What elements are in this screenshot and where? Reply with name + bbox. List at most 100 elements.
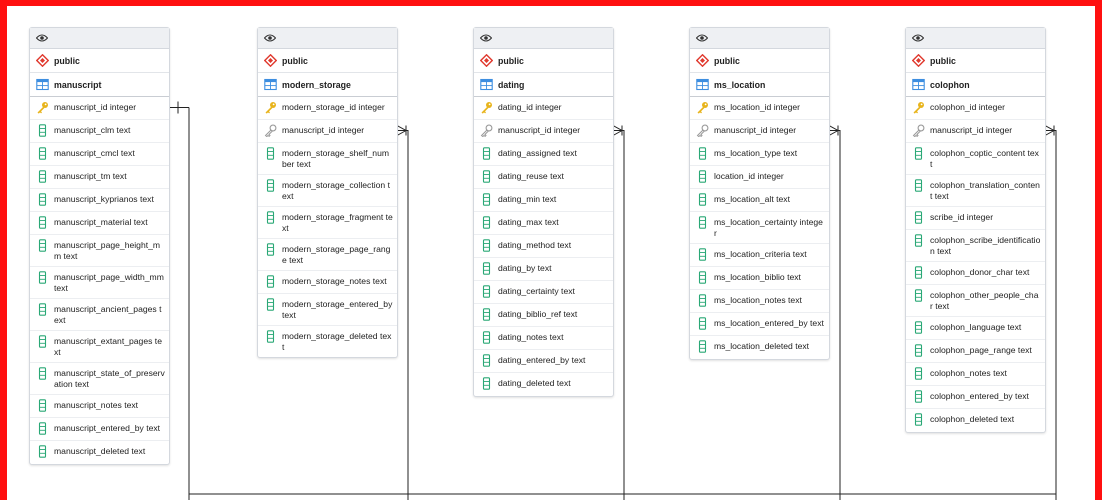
column-row[interactable]: colophon_other_people_char text [906,285,1045,317]
column-row[interactable]: ms_location_alt text [690,189,829,212]
column-icon [36,367,49,380]
column-icon [912,147,925,160]
column-row[interactable]: ms_location_deleted text [690,336,829,359]
column-row[interactable]: colophon_coptic_content text [906,143,1045,175]
column-row[interactable]: dating_entered_by text [474,350,613,373]
eye-icon[interactable] [479,33,493,43]
column-icon [912,367,925,380]
column-row[interactable]: ms_location_certainty integer [690,212,829,244]
column-row[interactable]: modern_storage_id integer [258,97,397,120]
column-icon [480,262,493,275]
column-row[interactable]: colophon_id integer [906,97,1045,120]
column-row[interactable]: manuscript_entered_by text [30,418,169,441]
eye-icon[interactable] [35,33,49,43]
column-row[interactable]: manuscript_page_height_mm text [30,235,169,267]
table-card-ms_location[interactable]: public ms_location ms_location_id integer m… [689,27,830,360]
column-row[interactable]: dating_certainty text [474,281,613,304]
column-label: dating_deleted text [498,378,571,388]
relationship-line [613,130,625,500]
table-name: manuscript [54,79,102,90]
column-row[interactable]: dating_deleted text [474,373,613,396]
table-card-dating[interactable]: public dating dating_id integer manuscript_… [473,27,614,397]
column-row[interactable]: manuscript_id integer [474,120,613,143]
table-card-colophon[interactable]: public colophon colophon_id integer manuscr… [905,27,1046,433]
column-row[interactable]: modern_storage_shelf_number text [258,143,397,175]
column-icon [912,413,925,426]
column-row[interactable]: ms_location_notes text [690,290,829,313]
column-row[interactable]: manuscript_state_of_preservation text [30,363,169,395]
table-name: ms_location [714,79,766,90]
schema-row: public [906,49,1045,73]
column-row[interactable]: modern_storage_deleted text [258,326,397,357]
column-row[interactable]: ms_location_type text [690,143,829,166]
table-icon [264,78,277,91]
column-row[interactable]: colophon_notes text [906,363,1045,386]
column-row[interactable]: dating_id integer [474,97,613,120]
column-row[interactable]: colophon_page_range text [906,340,1045,363]
column-row[interactable]: manuscript_notes text [30,395,169,418]
column-row[interactable]: colophon_language text [906,317,1045,340]
column-label: ms_location_alt text [714,194,790,204]
column-row[interactable]: manuscript_extant_pages text [30,331,169,363]
schema-row: public [474,49,613,73]
column-row[interactable]: manuscript_ancient_pages text [30,299,169,331]
column-row[interactable]: manuscript_id integer [258,120,397,143]
column-row[interactable]: colophon_entered_by text [906,386,1045,409]
column-icon [36,124,49,137]
eye-icon[interactable] [911,33,925,43]
primary-key-icon [264,101,277,114]
column-row[interactable]: modern_storage_page_range text [258,239,397,271]
column-label: dating_method text [498,240,572,250]
column-row[interactable]: manuscript_cmcl text [30,143,169,166]
column-icon [480,147,493,160]
column-row[interactable]: dating_reuse text [474,166,613,189]
column-icon [480,193,493,206]
column-row[interactable]: colophon_donor_char text [906,262,1045,285]
column-row[interactable]: modern_storage_notes text [258,271,397,294]
column-row[interactable]: manuscript_kyprianos text [30,189,169,212]
column-icon [36,271,49,284]
column-row[interactable]: colophon_scribe_identification text [906,230,1045,262]
column-icon [480,285,493,298]
table-card-manuscript[interactable]: public manuscript manuscript_id integer man… [29,27,170,465]
column-icon [480,170,493,183]
column-row[interactable]: ms_location_biblio text [690,267,829,290]
column-row[interactable]: manuscript_id integer [690,120,829,143]
column-row[interactable]: manuscript_clm text [30,120,169,143]
column-row[interactable]: dating_assigned text [474,143,613,166]
column-row[interactable]: colophon_deleted text [906,409,1045,432]
column-row[interactable]: dating_by text [474,258,613,281]
column-icon [480,331,493,344]
column-label: manuscript_entered_by text [54,423,161,433]
column-row[interactable]: dating_notes text [474,327,613,350]
schema-icon [479,53,494,68]
column-icon [696,216,709,229]
column-row[interactable]: ms_location_id integer [690,97,829,120]
column-row[interactable]: modern_storage_collection text [258,175,397,207]
column-row[interactable]: modern_storage_fragment text [258,207,397,239]
column-label: ms_location_deleted text [714,341,810,351]
foreign-key-icon [696,124,709,138]
column-icon [36,445,49,458]
column-row[interactable]: scribe_id integer [906,207,1045,230]
column-row[interactable]: dating_method text [474,235,613,258]
column-row[interactable]: location_id integer [690,166,829,189]
column-row[interactable]: manuscript_page_width_mm text [30,267,169,299]
table-card-modern_storage[interactable]: public modern_storage modern_storage_id in… [257,27,398,358]
column-row[interactable]: colophon_translation_content text [906,175,1045,207]
column-row[interactable]: dating_max text [474,212,613,235]
column-row[interactable]: dating_min text [474,189,613,212]
column-row[interactable]: modern_storage_entered_by text [258,294,397,326]
column-row[interactable]: ms_location_criteria text [690,244,829,267]
column-row[interactable]: dating_biblio_ref text [474,304,613,327]
column-row[interactable]: manuscript_id integer [30,97,169,120]
column-row[interactable]: manuscript_tm text [30,166,169,189]
column-icon [912,390,925,403]
column-row[interactable]: manuscript_id integer [906,120,1045,143]
eye-icon[interactable] [263,33,277,43]
column-row[interactable]: manuscript_material text [30,212,169,235]
column-row[interactable]: ms_location_entered_by text [690,313,829,336]
schema-icon [911,53,926,68]
column-row[interactable]: manuscript_deleted text [30,441,169,464]
eye-icon[interactable] [695,33,709,43]
